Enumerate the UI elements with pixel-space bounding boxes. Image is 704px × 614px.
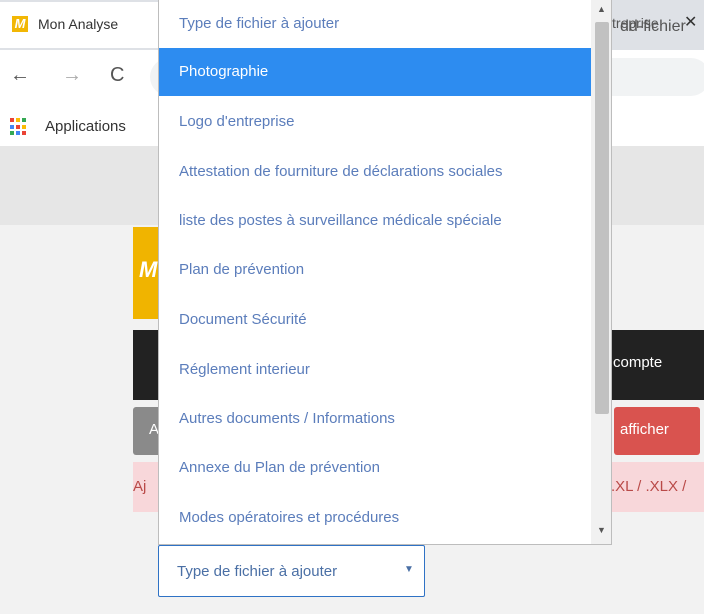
dropdown-option[interactable]: Logo d'entreprise [159,98,593,146]
forward-button[interactable]: → [62,64,82,87]
display-button-label: afficher [620,421,669,438]
file-type-select[interactable]: Type de fichier à ajouter ▼ [158,545,425,597]
scroll-down-arrow-icon[interactable]: ▼ [597,525,606,535]
dropdown-option[interactable]: liste des postes à surveillance médicale… [159,197,593,245]
dropdown-option[interactable]: Document Sécurité [159,296,593,344]
browser-tab[interactable]: M Mon Analyse [0,2,180,48]
tab-close-icon[interactable]: ✕ [684,12,697,32]
dropdown-option[interactable]: Réglement interieur [159,346,593,394]
apps-bookmark-label[interactable]: Applications [45,118,126,135]
site-favicon-icon: M [12,16,28,32]
dropdown-option-selected[interactable]: Photographie [159,48,593,96]
dropdown-scrollbar[interactable]: ▲ ▼ [591,0,611,544]
dropdown-option[interactable]: Plan de prévention [159,246,593,294]
chevron-down-icon: ▼ [404,564,414,575]
account-link[interactable]: compte [613,354,662,371]
alert-left-text: Aj [133,478,147,495]
file-type-dropdown: Type de fichier à ajouter Photographie L… [158,0,612,545]
reload-button[interactable]: C [110,64,124,87]
back-button[interactable]: ← [10,64,30,87]
scrollbar-thumb[interactable] [595,22,609,414]
dropdown-option[interactable]: Type de fichier à ajouter [159,0,593,48]
address-text[interactable]: dd-fichier [620,18,686,36]
logo-letter: M [139,257,158,282]
dropdown-option[interactable]: Annexe du Plan de prévention [159,444,593,492]
tab-title: Mon Analyse [38,16,119,32]
display-button[interactable]: afficher [614,407,700,455]
apps-grid-icon[interactable] [10,118,28,136]
scroll-up-arrow-icon[interactable]: ▲ [597,4,606,14]
dropdown-option[interactable]: Autres documents / Informations [159,395,593,443]
dropdown-option[interactable]: Attestation de fourniture de déclaration… [159,148,593,196]
alert-right-text: .XL / .XLX / [611,478,687,495]
dropdown-option[interactable]: Modes opératoires et procédures [159,494,593,542]
select-current-value: Type de fichier à ajouter [177,563,338,580]
